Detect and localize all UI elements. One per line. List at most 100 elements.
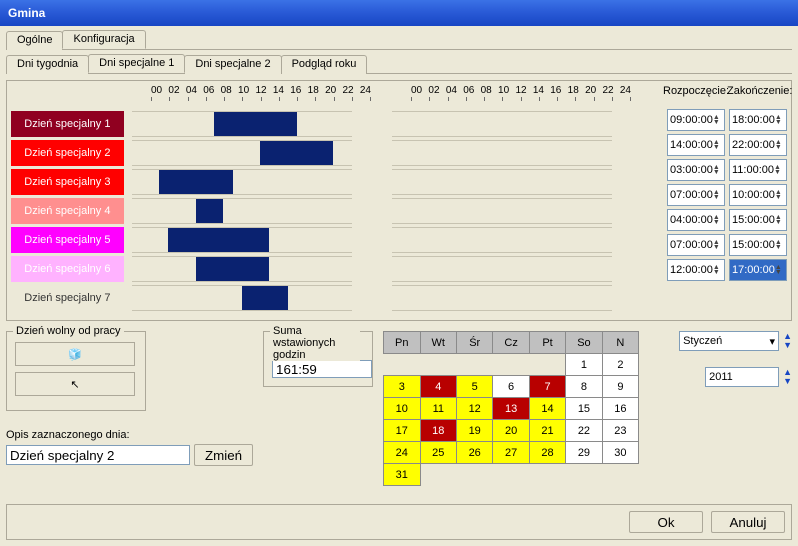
cal-day[interactable]: 2	[602, 354, 638, 376]
year-input[interactable]: 2011	[705, 367, 779, 387]
time-bar[interactable]	[159, 170, 232, 194]
cal-day[interactable]: 25	[420, 442, 457, 464]
spinner-arrows[interactable]: ▲▼	[775, 190, 784, 200]
start-time-spinner[interactable]: 12:00:00▲▼	[667, 259, 725, 281]
cal-day[interactable]: 13	[493, 398, 530, 420]
spinner-arrows[interactable]: ▲▼	[713, 165, 722, 175]
end-time-spinner[interactable]: 11:00:00▲▼	[729, 159, 787, 181]
cal-day[interactable]: 27	[493, 442, 530, 464]
cal-day[interactable]: 1	[566, 354, 603, 376]
track-left[interactable]	[132, 285, 352, 311]
spinner-arrows[interactable]: ▲▼	[774, 165, 784, 175]
day-label[interactable]: Dzień specjalny 1	[11, 111, 124, 137]
end-time-spinner[interactable]: 15:00:00▲▼	[729, 209, 787, 231]
free-day-button-1[interactable]: 🧊	[15, 342, 135, 366]
tab-general[interactable]: Ogólne	[6, 31, 63, 50]
sum-input[interactable]	[272, 360, 372, 378]
time-bar[interactable]	[168, 228, 269, 252]
spinner-arrows[interactable]: ▲▼	[713, 240, 722, 250]
spinner-arrows[interactable]: ▲▼	[775, 215, 784, 225]
desc-input[interactable]	[6, 445, 190, 465]
cal-day[interactable]: 30	[602, 442, 638, 464]
month-spin[interactable]: ▲▼	[783, 332, 792, 350]
day-label[interactable]: Dzień specjalny 7	[11, 285, 124, 311]
spinner-arrows[interactable]: ▲▼	[713, 190, 722, 200]
track-right[interactable]	[392, 198, 612, 224]
cal-day[interactable]: 28	[529, 442, 565, 464]
track-left[interactable]	[132, 256, 352, 282]
track-left[interactable]	[132, 227, 352, 253]
cal-day[interactable]: 31	[384, 464, 421, 486]
start-time-spinner[interactable]: 04:00:00▲▼	[667, 209, 725, 231]
cal-day[interactable]: 24	[384, 442, 421, 464]
spinner-arrows[interactable]: ▲▼	[775, 265, 784, 275]
end-time-spinner[interactable]: 15:00:00▲▼	[729, 234, 787, 256]
cal-day[interactable]: 19	[457, 420, 493, 442]
track-right[interactable]	[392, 169, 612, 195]
track-right[interactable]	[392, 140, 612, 166]
cal-day[interactable]: 6	[493, 376, 530, 398]
start-time-spinner[interactable]: 07:00:00▲▼	[667, 234, 725, 256]
year-spin[interactable]: ▲▼	[783, 368, 792, 386]
track-left[interactable]	[132, 111, 352, 137]
change-button[interactable]: Zmień	[194, 444, 253, 466]
cal-day[interactable]: 7	[529, 376, 565, 398]
track-right[interactable]	[392, 227, 612, 253]
start-time-spinner[interactable]: 03:00:00▲▼	[667, 159, 725, 181]
month-select[interactable]: Styczeń ▾	[679, 331, 779, 351]
cal-day[interactable]: 26	[457, 442, 493, 464]
cal-day[interactable]: 21	[529, 420, 565, 442]
start-time-spinner[interactable]: 07:00:00▲▼	[667, 184, 725, 206]
tab-config[interactable]: Konfiguracja	[62, 30, 145, 49]
track-left[interactable]	[132, 169, 352, 195]
end-time-spinner[interactable]: 10:00:00▲▼	[729, 184, 787, 206]
start-time-spinner[interactable]: 09:00:00▲▼	[667, 109, 725, 131]
spinner-arrows[interactable]: ▲▼	[713, 115, 722, 125]
cal-day[interactable]: 12	[457, 398, 493, 420]
cal-day[interactable]: 16	[602, 398, 638, 420]
cal-day[interactable]: 15	[566, 398, 603, 420]
spinner-arrows[interactable]: ▲▼	[713, 140, 722, 150]
spinner-arrows[interactable]: ▲▼	[713, 265, 722, 275]
end-time-spinner[interactable]: 22:00:00▲▼	[729, 134, 787, 156]
free-day-button-2[interactable]: ↖	[15, 372, 135, 396]
track-right[interactable]	[392, 256, 612, 282]
spinner-arrows[interactable]: ▲▼	[775, 115, 784, 125]
cal-day[interactable]: 3	[384, 376, 421, 398]
time-bar[interactable]	[260, 141, 333, 165]
time-bar[interactable]	[242, 286, 288, 310]
cal-day[interactable]: 20	[493, 420, 530, 442]
day-label[interactable]: Dzień specjalny 3	[11, 169, 124, 195]
end-time-spinner[interactable]: 17:00:00▲▼	[729, 259, 787, 281]
tab-special2[interactable]: Dni specjalne 2	[184, 55, 281, 74]
cancel-button[interactable]: Anuluj	[711, 511, 785, 533]
day-label[interactable]: Dzień specjalny 4	[11, 198, 124, 224]
cal-day[interactable]: 5	[457, 376, 493, 398]
time-bar[interactable]	[196, 199, 224, 223]
cal-day[interactable]: 8	[566, 376, 603, 398]
spinner-arrows[interactable]: ▲▼	[775, 240, 784, 250]
ok-button[interactable]: Ok	[629, 511, 703, 533]
tab-weekdays[interactable]: Dni tygodnia	[6, 55, 89, 74]
spinner-arrows[interactable]: ▲▼	[713, 215, 722, 225]
track-left[interactable]	[132, 140, 352, 166]
tab-special1[interactable]: Dni specjalne 1	[88, 54, 185, 73]
start-time-spinner[interactable]: 14:00:00▲▼	[667, 134, 725, 156]
track-left[interactable]	[132, 198, 352, 224]
cal-day[interactable]: 11	[420, 398, 457, 420]
track-right[interactable]	[392, 285, 612, 311]
day-label[interactable]: Dzień specjalny 5	[11, 227, 124, 253]
time-bar[interactable]	[196, 257, 269, 281]
spinner-arrows[interactable]: ▲▼	[775, 140, 784, 150]
day-label[interactable]: Dzień specjalny 6	[11, 256, 124, 282]
cal-day[interactable]: 4	[420, 376, 457, 398]
time-bar[interactable]	[214, 112, 297, 136]
tab-yearview[interactable]: Podgląd roku	[281, 55, 368, 74]
cal-day[interactable]: 29	[566, 442, 603, 464]
day-label[interactable]: Dzień specjalny 2	[11, 140, 124, 166]
cal-day[interactable]: 9	[602, 376, 638, 398]
cal-day[interactable]: 22	[566, 420, 603, 442]
end-time-spinner[interactable]: 18:00:00▲▼	[729, 109, 787, 131]
cal-day[interactable]: 10	[384, 398, 421, 420]
cal-day[interactable]: 18	[420, 420, 457, 442]
